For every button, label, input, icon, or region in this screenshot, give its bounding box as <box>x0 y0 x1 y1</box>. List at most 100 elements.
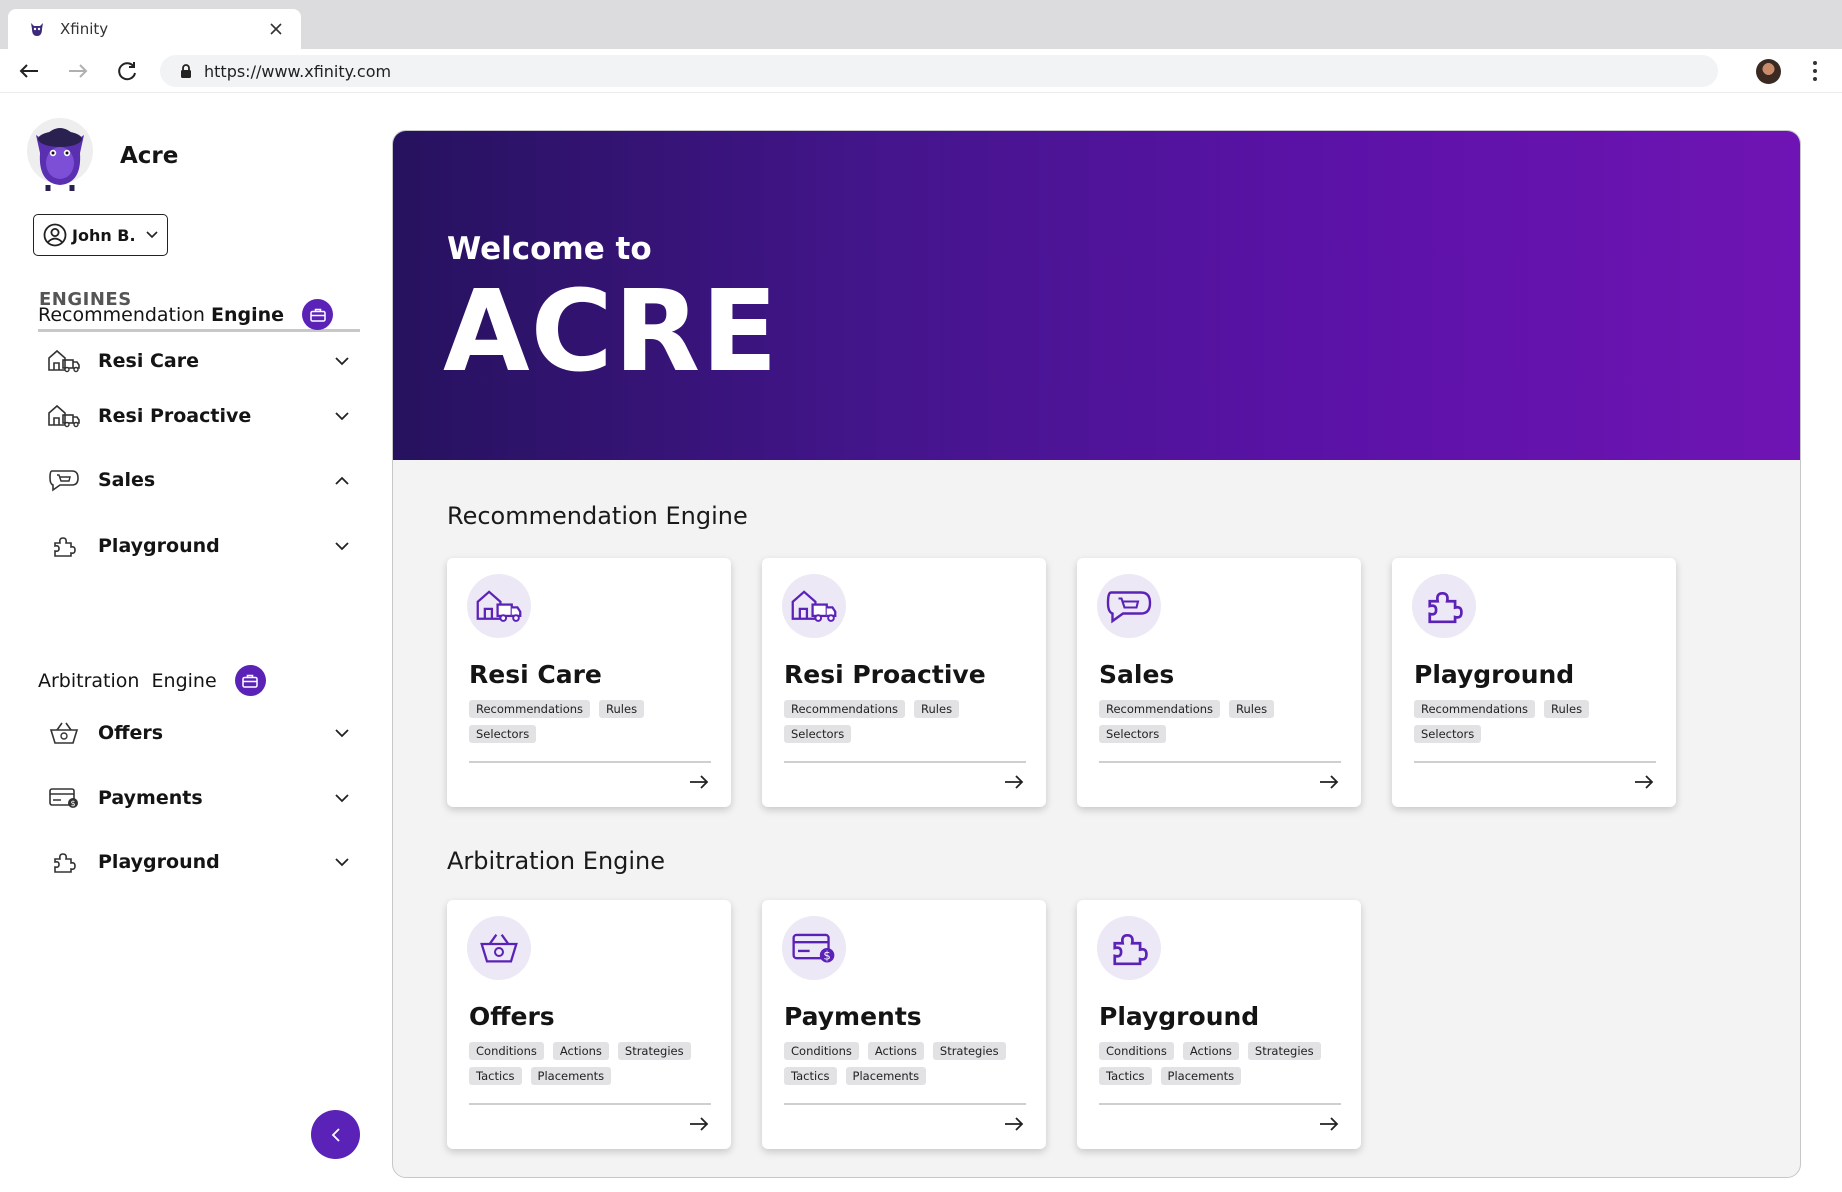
chevron-down-icon[interactable] <box>330 404 354 428</box>
tag: Actions <box>867 1042 924 1060</box>
arrow-right-icon[interactable] <box>687 772 711 792</box>
sidebar-item-playground[interactable]: Playground <box>46 523 356 569</box>
recommendation-engine-heading: Recommendation Engine <box>38 299 334 330</box>
app-name: Acre <box>120 143 179 169</box>
cart-icon <box>1097 574 1161 638</box>
tag: Conditions <box>469 1042 544 1060</box>
card-tags: Recommendations Rules Selectors <box>1414 700 1654 743</box>
browser-menu-icon[interactable] <box>1803 57 1827 85</box>
tag: Tactics <box>1099 1067 1152 1085</box>
tag: Conditions <box>784 1042 859 1060</box>
puzzle-icon <box>46 531 82 561</box>
card-tags: Recommendations Rules Selectors <box>1099 700 1339 743</box>
card-playground[interactable]: Playground Recommendations Rules Selecto… <box>1392 558 1676 807</box>
tag: Recommendations <box>784 700 906 718</box>
close-tab-icon[interactable] <box>265 18 287 40</box>
card-payments[interactable]: $ Payments Conditions Actions Strategies… <box>762 900 1046 1149</box>
user-selector[interactable]: John B. <box>33 214 168 256</box>
browser-tab-bar: Xfinity <box>0 0 1842 49</box>
briefcase-icon[interactable] <box>234 665 266 696</box>
tag: Selectors <box>784 725 852 743</box>
puzzle-icon <box>1097 916 1161 980</box>
puzzle-icon <box>1412 574 1476 638</box>
welcome-hero: Welcome to ACRE <box>393 131 1800 460</box>
tag: Rules <box>599 700 645 718</box>
chevron-left-icon <box>331 1127 340 1142</box>
card-playground-arbitration[interactable]: Playground Conditions Actions Strategies… <box>1077 900 1361 1149</box>
arrow-right-icon[interactable] <box>1317 1114 1341 1134</box>
house-truck-icon <box>46 346 82 376</box>
sidebar-item-label: Sales <box>98 469 156 491</box>
card-resi-proactive[interactable]: Resi Proactive Recommendations Rules Sel… <box>762 558 1046 807</box>
sidebar-item-sales[interactable]: Sales <box>46 457 356 503</box>
url-text: https://www.xfinity.com <box>204 61 392 81</box>
profile-avatar[interactable] <box>1756 59 1781 84</box>
sidebar-item-label: Playground <box>98 535 220 557</box>
browser-tab[interactable]: Xfinity <box>8 9 301 49</box>
card-title: Sales <box>1099 660 1175 689</box>
card-title: Resi Care <box>469 660 602 689</box>
back-arrow-icon[interactable] <box>14 56 44 86</box>
card-title: Playground <box>1414 660 1575 689</box>
tag: Strategies <box>932 1042 1006 1060</box>
house-truck-icon <box>782 574 846 638</box>
hero-subtitle: Welcome to <box>447 231 652 267</box>
card-tags: Recommendations Rules Selectors <box>469 700 709 743</box>
svg-text:$: $ <box>70 799 75 808</box>
tag: Tactics <box>784 1067 837 1085</box>
chevron-down-icon[interactable] <box>330 850 354 874</box>
tag: Tactics <box>469 1067 522 1085</box>
card-sales[interactable]: Sales Recommendations Rules Selectors <box>1077 558 1361 807</box>
card-resi-care[interactable]: Resi Care Recommendations Rules Selector… <box>447 558 731 807</box>
house-truck-icon <box>46 401 82 431</box>
recommendation-engine-title: Recommendation Engine <box>38 303 285 326</box>
card-offers[interactable]: Offers Conditions Actions Strategies Tac… <box>447 900 731 1149</box>
card-divider <box>784 1103 1026 1105</box>
tag: Rules <box>1229 700 1275 718</box>
sidebar-item-playground-arbitration[interactable]: Playground <box>46 839 356 885</box>
chevron-down-icon[interactable] <box>330 349 354 373</box>
svg-text:$: $ <box>823 949 830 963</box>
sidebar-item-payments[interactable]: $ Payments <box>46 775 356 821</box>
arrow-right-icon[interactable] <box>1002 772 1026 792</box>
arrow-right-icon[interactable] <box>1632 772 1656 792</box>
chevron-down-icon[interactable] <box>330 786 354 810</box>
sidebar-item-label: Resi Care <box>98 350 199 372</box>
sidebar-item-label: Resi Proactive <box>98 405 252 427</box>
sidebar-item-resi-proactive[interactable]: Resi Proactive <box>46 393 356 439</box>
card-title: Offers <box>469 1002 555 1031</box>
chevron-up-icon[interactable] <box>330 468 354 492</box>
sidebar-item-offers[interactable]: Offers <box>46 710 356 756</box>
puzzle-icon <box>46 847 82 877</box>
card-title: Payments <box>784 1002 922 1031</box>
card-divider <box>469 1103 711 1105</box>
sidebar-item-label: Payments <box>98 787 203 809</box>
tag: Conditions <box>1099 1042 1174 1060</box>
arrow-right-icon[interactable] <box>1317 772 1341 792</box>
collapse-sidebar-button[interactable] <box>311 1110 360 1159</box>
chevron-down-icon[interactable] <box>330 534 354 558</box>
recommendation-section-title: Recommendation Engine <box>447 502 748 530</box>
arrow-right-icon[interactable] <box>1002 1114 1026 1134</box>
reload-icon[interactable] <box>112 56 142 86</box>
user-name: John B. <box>72 225 136 245</box>
arbitration-section-title: Arbitration Engine <box>447 847 666 875</box>
card-tags: Conditions Actions Strategies Tactics Pl… <box>1099 1042 1339 1085</box>
sidebar-item-resi-care[interactable]: Resi Care <box>46 338 356 384</box>
card-divider <box>1099 761 1341 763</box>
briefcase-icon[interactable] <box>302 299 334 330</box>
card-title: Resi Proactive <box>784 660 986 689</box>
arrow-right-icon[interactable] <box>687 1114 711 1134</box>
arbitration-engine-title: Arbitration Engine <box>38 669 217 692</box>
tag: Actions <box>1182 1042 1239 1060</box>
basket-icon <box>467 916 531 980</box>
card-dollar-icon: $ <box>782 916 846 980</box>
tag: Selectors <box>1099 725 1167 743</box>
card-tags: Conditions Actions Strategies Tactics Pl… <box>784 1042 1024 1085</box>
forward-arrow-icon[interactable] <box>63 56 93 86</box>
address-bar[interactable]: https://www.xfinity.com <box>160 55 1718 87</box>
sidebar-item-label: Playground <box>98 851 220 873</box>
chevron-down-icon[interactable] <box>330 721 354 745</box>
tag: Placements <box>530 1067 612 1085</box>
card-divider <box>1414 761 1656 763</box>
